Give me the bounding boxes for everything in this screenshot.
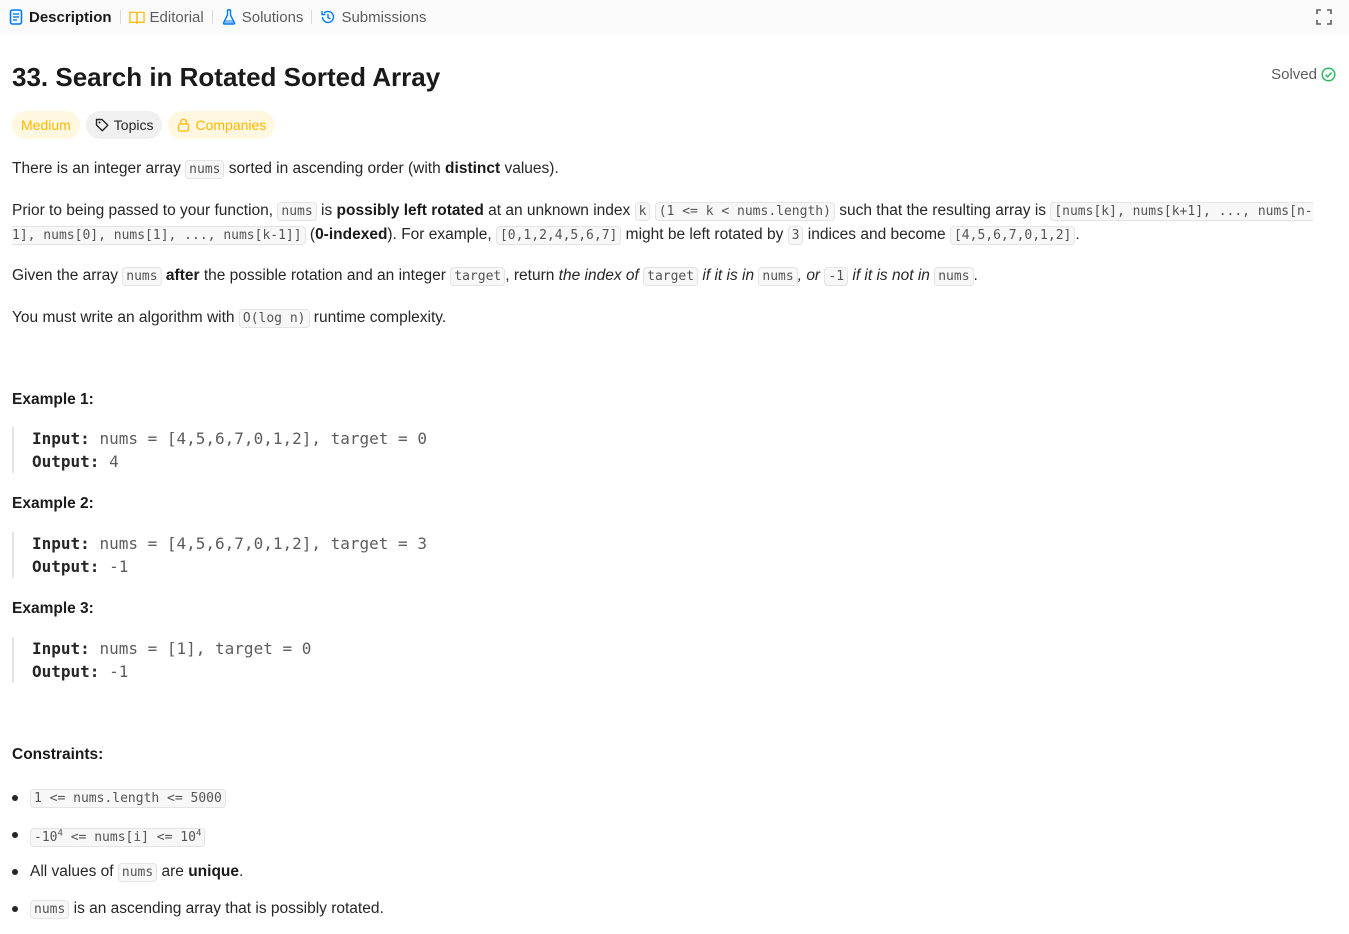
- topics-label: Topics: [113, 117, 154, 133]
- inline-code: [0,1,2,4,5,6,7]: [495, 226, 622, 245]
- description-paragraph: There is an integer array nums sorted in…: [12, 160, 559, 179]
- example-title: Example 1:: [12, 391, 94, 408]
- inline-code: [4,5,6,7,0,1,2]: [949, 226, 1076, 245]
- fullscreen-icon[interactable]: [1315, 8, 1333, 26]
- list-item: All values of nums are unique.: [12, 860, 384, 897]
- book-icon: [128, 9, 145, 25]
- example-title: Example 3:: [12, 600, 94, 617]
- lock-icon: [178, 118, 190, 132]
- constraints-title: Constraints:: [12, 746, 104, 763]
- inline-code: nums: [277, 202, 317, 221]
- inline-code: nums: [934, 267, 974, 286]
- tab-editorial[interactable]: Editorial: [121, 0, 212, 34]
- problem-title[interactable]: 33. Search in Rotated Sorted Array: [12, 60, 440, 94]
- inline-code: -1: [824, 267, 849, 286]
- topics-button[interactable]: Topics: [85, 111, 163, 139]
- tab-editorial-label: Editorial: [149, 8, 204, 26]
- inline-code: 3: [787, 226, 804, 245]
- inline-code: nums: [185, 160, 225, 179]
- inline-code: nums: [122, 267, 162, 286]
- solved-status: Solved: [1271, 66, 1336, 83]
- list-item: -104 <= nums[i] <= 104: [12, 823, 384, 860]
- tab-bar: Description Editorial Solutions Submissi…: [0, 0, 1349, 34]
- companies-label: Companies: [195, 117, 267, 133]
- difficulty-badge: Medium: [12, 111, 80, 139]
- description-icon: [8, 9, 24, 25]
- example-block: Input: nums = [4,5,6,7,0,1,2], target = …: [12, 532, 427, 578]
- example-block: Input: nums = [4,5,6,7,0,1,2], target = …: [12, 427, 427, 473]
- description-paragraph: Given the array nums after the possible …: [12, 267, 978, 286]
- flask-icon: [221, 9, 237, 25]
- tag-row: Medium Topics Companies: [12, 111, 276, 139]
- constraints-list: 1 <= nums.length <= 5000 -104 <= nums[i]…: [12, 786, 384, 934]
- tab-description[interactable]: Description: [0, 0, 120, 34]
- companies-button[interactable]: Companies: [168, 111, 276, 139]
- example-title: Example 2:: [12, 495, 94, 512]
- inline-code: target: [450, 267, 506, 286]
- inline-code: k: [634, 202, 651, 221]
- description-paragraph: You must write an algorithm with O(log n…: [12, 309, 447, 328]
- tab-submissions-label: Submissions: [341, 8, 427, 26]
- list-item: 1 <= nums.length <= 5000: [12, 786, 384, 823]
- tab-submissions[interactable]: Submissions: [312, 0, 434, 34]
- inline-code: O(log n): [238, 309, 310, 328]
- tab-solutions[interactable]: Solutions: [213, 0, 312, 34]
- inline-code: nums: [758, 267, 798, 286]
- solved-label: Solved: [1271, 66, 1317, 83]
- history-icon: [320, 9, 336, 25]
- example-block: Input: nums = [1], target = 0 Output: -1: [12, 637, 311, 683]
- list-item: nums is an ascending array that is possi…: [12, 897, 384, 934]
- inline-code: target: [643, 267, 699, 286]
- tab-description-label: Description: [29, 8, 112, 26]
- inline-code: (1 <= k < nums.length): [654, 202, 835, 221]
- description-paragraph: Prior to being passed to your function, …: [12, 202, 1313, 245]
- check-circle-icon: [1321, 67, 1336, 82]
- tag-icon: [95, 118, 109, 132]
- tab-solutions-label: Solutions: [241, 8, 304, 26]
